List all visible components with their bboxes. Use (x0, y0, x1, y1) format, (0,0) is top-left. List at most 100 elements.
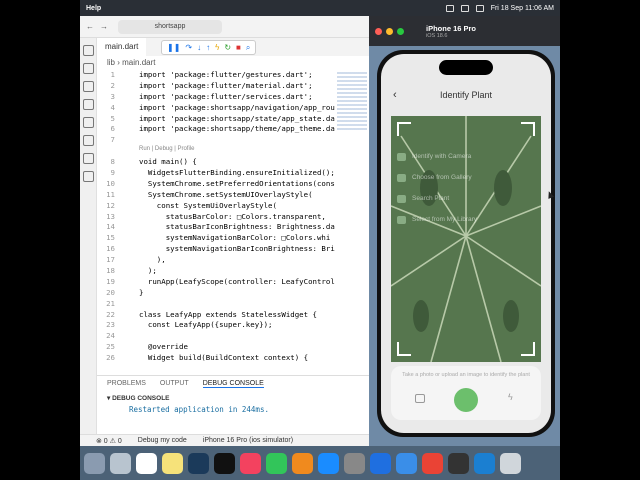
simulator-titlebar: iPhone 16 Pro iOS 18.6 (369, 16, 560, 46)
frame-corner (521, 342, 535, 356)
code-editor[interactable]: 1 import 'package:flutter/gestures.dart';… (97, 70, 369, 375)
code-line: 14 statusBarIconBrightness: Brightness.d… (97, 222, 369, 233)
code-line: 18 ); (97, 266, 369, 277)
tab-problems[interactable]: PROBLEMS (107, 380, 146, 388)
back-arrow-icon[interactable]: ← (86, 22, 94, 31)
app-store-icon[interactable] (318, 452, 339, 474)
breadcrumb-folder[interactable]: lib (107, 58, 115, 67)
code-line: 24 (97, 331, 369, 342)
pause-icon[interactable]: ❚❚ (167, 43, 180, 52)
option-list: Identify with Camera Choose from Gallery… (397, 146, 477, 230)
search-icon[interactable] (475, 4, 484, 12)
code-line: 25 @override (97, 342, 369, 353)
status-problems[interactable]: ⊗ 0 ⚠ 0 (96, 437, 122, 445)
menu-help[interactable]: Help (80, 5, 101, 12)
code-text: class LeafyApp extends StatelessWidget { (139, 309, 317, 319)
numbers-icon[interactable] (266, 452, 287, 474)
code-line: 2 import 'package:flutter/material.dart'; (97, 81, 369, 92)
forward-arrow-icon[interactable]: → (100, 22, 108, 31)
flutter-icon[interactable] (83, 153, 94, 164)
source-control-icon[interactable] (83, 81, 94, 92)
restart-icon[interactable]: ↻ (224, 43, 231, 52)
debug-console-header[interactable]: ▾ DEBUG CONSOLE (97, 394, 369, 402)
activity-bar (80, 38, 97, 434)
code-line: 1 import 'package:flutter/gestures.dart'; (97, 70, 369, 81)
vscode-icon[interactable] (474, 452, 495, 474)
dock-app-icon[interactable] (448, 452, 469, 474)
flash-off-icon[interactable]: ϟ (508, 392, 513, 402)
remote-icon[interactable] (83, 171, 94, 182)
status-bar: ⊗ 0 ⚠ 0 Debug my code iPhone 16 Pro (ios… (80, 434, 369, 446)
code-line: 19 runApp(LeafyScope(controller: LeafyCo… (97, 277, 369, 288)
explorer-icon[interactable] (83, 45, 94, 56)
option-search[interactable]: Search Plant (397, 188, 477, 209)
camera-icon (397, 152, 406, 161)
stocks-icon[interactable] (188, 452, 209, 474)
inspect-icon[interactable]: ⌕ (246, 43, 250, 53)
frame-corner (521, 122, 535, 136)
notes-icon[interactable] (162, 452, 183, 474)
status-debug[interactable]: Debug my code (138, 437, 187, 444)
minimize-button[interactable] (386, 27, 393, 35)
step-into-icon[interactable]: ↓ (197, 43, 201, 52)
option-gallery[interactable]: Choose from Gallery (397, 167, 477, 188)
code-text: import 'package:shortsapp/theme/app_them… (139, 124, 335, 134)
code-text: SystemChrome.setSystemUIOverlayStyle( (139, 189, 313, 199)
screen-title: Identify Plant (439, 90, 493, 100)
pages-icon[interactable] (292, 452, 313, 474)
dock-app-icon[interactable] (370, 452, 391, 474)
testing-icon[interactable] (83, 135, 94, 146)
option-library[interactable]: Select from My Library (397, 209, 477, 230)
line-number: 8 (110, 157, 115, 167)
command-center-search[interactable]: shortsapp (118, 19, 222, 34)
line-number: 21 (106, 298, 115, 308)
minimap[interactable] (337, 72, 367, 132)
stop-icon[interactable]: ■ (236, 43, 241, 52)
menu-clock[interactable]: Fri 18 Sep 11:06 AM (491, 5, 554, 12)
step-out-icon[interactable]: ↑ (206, 43, 210, 52)
music-icon[interactable] (240, 452, 261, 474)
tab-output[interactable]: OUTPUT (160, 380, 189, 388)
code-lens[interactable]: Run | Debug | Profile (97, 146, 369, 157)
code-line: 12 const SystemUiOverlayStyle( (97, 201, 369, 212)
line-number: 24 (106, 331, 115, 341)
hot-reload-icon[interactable]: ϟ (215, 43, 219, 52)
line-number: 10 (106, 178, 115, 188)
code-text: SystemChrome.setPreferredOrientations(co… (139, 178, 335, 188)
apple-tv-icon[interactable] (214, 452, 235, 474)
tab-main-dart[interactable]: main.dart (97, 38, 147, 56)
option-camera[interactable]: Identify with Camera (397, 146, 477, 167)
gallery-icon (397, 173, 406, 182)
code-line: 26 Widget build(BuildContext context) { (97, 353, 369, 364)
breadcrumb-file[interactable]: main.dart (122, 58, 155, 67)
reminders-icon[interactable] (136, 452, 157, 474)
settings-icon[interactable] (344, 452, 365, 474)
dock-app-icon[interactable] (110, 452, 131, 474)
trash-icon[interactable] (500, 452, 521, 474)
code-line: 4 import 'package:shortsapp/navigation/ap… (97, 103, 369, 114)
line-number: 16 (106, 244, 115, 254)
line-number: 9 (110, 168, 115, 178)
chrome-icon[interactable] (422, 452, 443, 474)
dock-app-icon[interactable] (84, 452, 105, 474)
code-text: runApp(LeafyScope(controller: LeafyContr… (139, 276, 335, 286)
search-icon (397, 194, 406, 203)
code-text: @override (139, 342, 188, 352)
line-number: 1 (110, 70, 115, 79)
code-text: statusBarIconBrightness: Brightness.da (139, 222, 335, 232)
tab-debug-console[interactable]: DEBUG CONSOLE (202, 380, 264, 388)
gallery-icon[interactable] (415, 394, 425, 403)
finder-icon[interactable] (396, 452, 417, 474)
zoom-button[interactable] (397, 27, 404, 35)
code-text: Widget build(BuildContext context) { (139, 353, 309, 363)
run-debug-icon[interactable] (83, 99, 94, 110)
shutter-button[interactable] (454, 388, 478, 412)
status-device[interactable]: iPhone 16 Pro (ios simulator) (203, 437, 293, 444)
search-icon[interactable] (83, 63, 94, 74)
extensions-icon[interactable] (83, 117, 94, 128)
code-text: import 'package:flutter/gestures.dart'; (139, 70, 313, 79)
camera-preview[interactable]: Identify with Camera Choose from Gallery… (391, 116, 541, 362)
close-button[interactable] (375, 27, 382, 35)
step-over-icon[interactable]: ↷ (185, 43, 192, 52)
line-number: 5 (110, 113, 115, 123)
